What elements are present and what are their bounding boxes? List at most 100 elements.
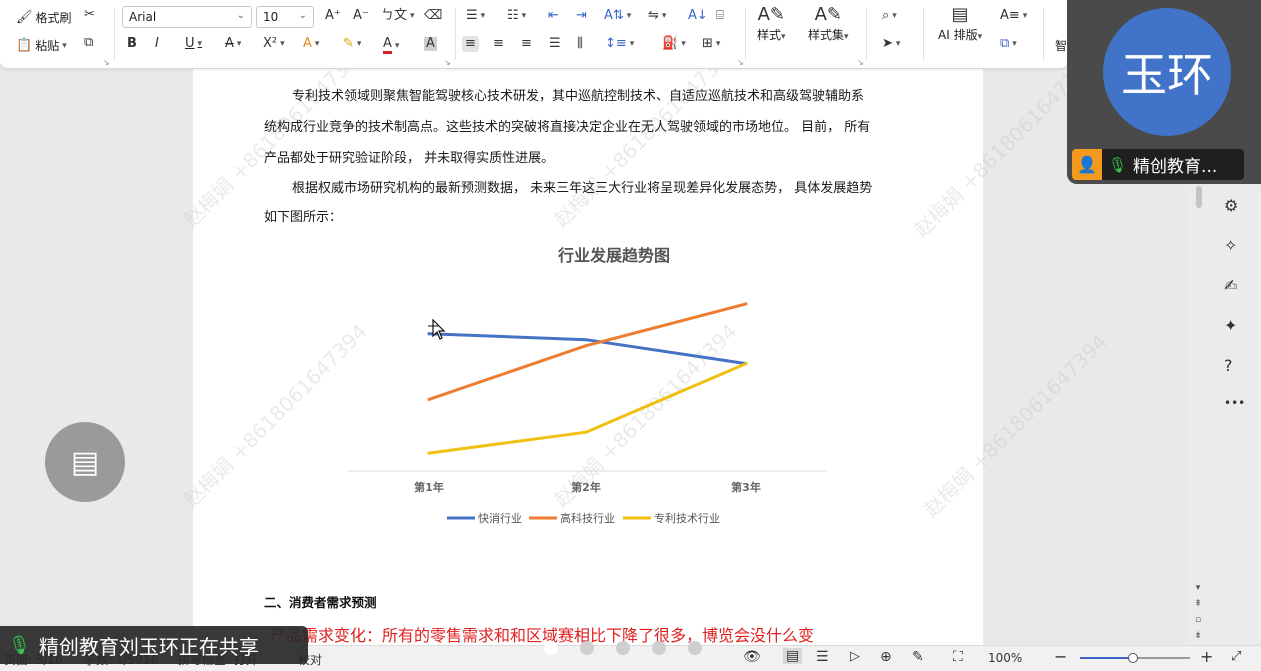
magic-wand-icon[interactable]: ✧ bbox=[1224, 236, 1237, 255]
font-size-select[interactable]: 10 ⌄ bbox=[256, 6, 314, 28]
align-right-button[interactable]: ≡ bbox=[521, 37, 532, 51]
strikethrough-button[interactable]: A ▾ bbox=[225, 37, 241, 51]
zoom-slider[interactable] bbox=[1080, 653, 1190, 663]
pen-icon[interactable]: ✎ bbox=[912, 649, 924, 665]
style-set-button[interactable]: A✎ 样式集▾ bbox=[808, 6, 849, 43]
phonetic-button[interactable]: ㄅ文 ▾ bbox=[381, 9, 415, 23]
underline-button[interactable]: U ▾ bbox=[185, 37, 202, 51]
data-point[interactable] bbox=[427, 451, 431, 455]
data-point[interactable] bbox=[584, 338, 588, 342]
font-color-button[interactable]: A ▾ bbox=[383, 37, 399, 54]
page-view-icon[interactable]: ▤ bbox=[783, 648, 803, 664]
scrollbar-thumb[interactable] bbox=[1196, 186, 1202, 208]
puzzle-icon[interactable]: ✦ bbox=[1224, 316, 1237, 335]
chevron-down-icon: ▾ bbox=[681, 39, 686, 49]
series-line-1[interactable] bbox=[427, 332, 748, 366]
data-point[interactable] bbox=[744, 362, 748, 366]
web-view-icon[interactable]: ⊕ bbox=[880, 649, 892, 665]
chevron-down-icon: ▾ bbox=[629, 39, 635, 49]
data-point[interactable] bbox=[584, 344, 588, 348]
data-point[interactable] bbox=[744, 302, 748, 306]
red-paragraph[interactable]: 产品需求变化：所有的零售需求和和区域赛相比下降了很多，博览会没什么变 bbox=[270, 622, 814, 646]
more-icon[interactable]: ••• bbox=[1224, 396, 1245, 410]
help-icon[interactable]: ? bbox=[1224, 356, 1233, 375]
superscript-button[interactable]: X² ▾ bbox=[263, 37, 285, 51]
decrease-indent-button[interactable]: ⇤ bbox=[548, 9, 559, 23]
carousel-dot[interactable] bbox=[652, 641, 666, 655]
shape-edit-icon[interactable]: ✍ bbox=[1224, 276, 1237, 295]
text-tools-button[interactable]: A≡ ▾ bbox=[1000, 9, 1027, 23]
bold-button[interactable]: B bbox=[127, 37, 137, 51]
italic-icon: I bbox=[155, 36, 159, 51]
line-break-button[interactable]: ⇋ ▾ bbox=[648, 9, 666, 23]
zoom-out-icon[interactable]: − bbox=[1054, 647, 1067, 666]
increase-indent-button[interactable]: ⇥ bbox=[576, 9, 587, 23]
section-heading[interactable]: 二、消费者需求预测 bbox=[264, 592, 377, 611]
dialog-launcher-icon[interactable]: ↘ bbox=[857, 58, 864, 67]
show-marks-button[interactable]: ⌸ bbox=[716, 9, 724, 23]
paragraph-1[interactable]: 专利技术领域则聚焦智能驾驶核心技术研发，其中巡航控制技术、自适应巡航技术和高级驾… bbox=[264, 81, 914, 174]
justify-button[interactable]: ☰ bbox=[549, 37, 561, 51]
carousel-dot[interactable] bbox=[688, 641, 702, 655]
page-nav-controls[interactable]: ▾ ⇞ ▫ ⇟ bbox=[1193, 580, 1203, 644]
borders-button[interactable]: ⊞ ▾ bbox=[702, 37, 720, 51]
sort-button[interactable]: A↓ bbox=[688, 9, 708, 23]
zoom-level[interactable]: 100% bbox=[988, 651, 1022, 665]
highlight-button[interactable]: ✎ ▾ bbox=[343, 37, 361, 51]
trend-chart[interactable]: 行业发展趋势图 第1年 第2年 第3年 快消行业 高科技行业 专利技术行业 bbox=[340, 232, 840, 537]
ai-layout-button[interactable]: ▤ AI 排版▾ bbox=[938, 6, 982, 43]
outline-view-icon[interactable]: ☰ bbox=[816, 649, 829, 665]
prev-page-icon[interactable]: ⇞ bbox=[1193, 596, 1203, 612]
dialog-launcher-icon[interactable]: ↘ bbox=[737, 58, 744, 67]
scroll-down-icon[interactable]: ▾ bbox=[1193, 580, 1203, 596]
dialog-launcher-icon[interactable]: ↘ bbox=[444, 58, 451, 67]
fullscreen-icon[interactable]: ⤢ bbox=[1231, 649, 1241, 664]
adjust-icon[interactable]: ⚙ bbox=[1224, 196, 1238, 215]
format-painter-button[interactable]: 🖌 格式刷 bbox=[16, 9, 72, 26]
align-left-button[interactable]: ≡ bbox=[462, 36, 479, 52]
styles-button[interactable]: A✎ 样式▾ bbox=[757, 6, 786, 43]
find-button[interactable]: ⌕ ▾ bbox=[882, 9, 897, 23]
dialog-launcher-icon[interactable]: ↘ bbox=[103, 58, 110, 67]
paragraph-2[interactable]: 根据权威市场研究机构的最新预测数据， 未来三年这三大行业将呈现差异化发展态势， … bbox=[264, 174, 914, 232]
copy-button[interactable]: ⧉ bbox=[84, 36, 93, 50]
shading-button[interactable]: ⛽ ▾ bbox=[662, 37, 686, 51]
align-center-button[interactable]: ≡ bbox=[493, 37, 504, 51]
char-shading-button[interactable]: A bbox=[424, 37, 437, 51]
floating-assistant-button[interactable]: ▤ bbox=[45, 422, 125, 502]
series-line-3[interactable] bbox=[427, 362, 748, 455]
paste-button[interactable]: 📋 粘贴 ▾ bbox=[16, 37, 67, 54]
cut-button[interactable]: ✂ bbox=[84, 8, 95, 22]
eye-icon[interactable]: 👁 bbox=[743, 649, 761, 665]
paint-bucket-icon: ⛽ bbox=[662, 36, 679, 51]
carousel-dot[interactable] bbox=[580, 641, 594, 655]
text-effect-button[interactable]: A ▾ bbox=[303, 37, 319, 51]
bullets-button[interactable]: ☰ ▾ bbox=[466, 9, 485, 23]
shrink-font-button[interactable]: A⁻ bbox=[353, 9, 369, 23]
arrange-button[interactable]: ⧉ ▾ bbox=[1000, 37, 1017, 51]
play-icon[interactable]: ▷ bbox=[850, 649, 860, 664]
distribute-button[interactable]: ⫼ bbox=[577, 37, 583, 51]
chevron-down-icon: ▾ bbox=[394, 40, 400, 51]
next-page-icon[interactable]: ⇟ bbox=[1193, 628, 1203, 644]
grow-font-button[interactable]: A⁺ bbox=[325, 9, 341, 23]
data-point[interactable] bbox=[584, 430, 588, 434]
zoom-in-icon[interactable]: + bbox=[1200, 647, 1213, 666]
zoom-slider-thumb[interactable] bbox=[1128, 653, 1138, 663]
text-direction-button[interactable]: A⇅ ▾ bbox=[604, 9, 631, 23]
carousel-dot[interactable] bbox=[544, 641, 558, 655]
data-point[interactable] bbox=[427, 332, 431, 336]
line-spacing-button[interactable]: ↕≡ ▾ bbox=[605, 37, 634, 51]
select-button[interactable]: ➤ ▾ bbox=[882, 37, 900, 51]
message-icon: ▤ bbox=[70, 444, 100, 480]
carousel-dot[interactable] bbox=[616, 641, 630, 655]
numbering-button[interactable]: ☷ ▾ bbox=[507, 9, 526, 23]
fit-page-icon[interactable]: ⛶ bbox=[953, 649, 963, 665]
clear-format-button[interactable]: ⌫ bbox=[424, 9, 442, 23]
font-name-select[interactable]: Arial ⌄ bbox=[122, 6, 252, 28]
select-object-icon[interactable]: ▫ bbox=[1193, 612, 1203, 628]
data-point[interactable] bbox=[427, 397, 431, 401]
smart-tool-button[interactable]: 智 bbox=[1055, 37, 1067, 54]
italic-button[interactable]: I bbox=[155, 37, 159, 51]
legend-label: 快消行业 bbox=[478, 511, 522, 525]
